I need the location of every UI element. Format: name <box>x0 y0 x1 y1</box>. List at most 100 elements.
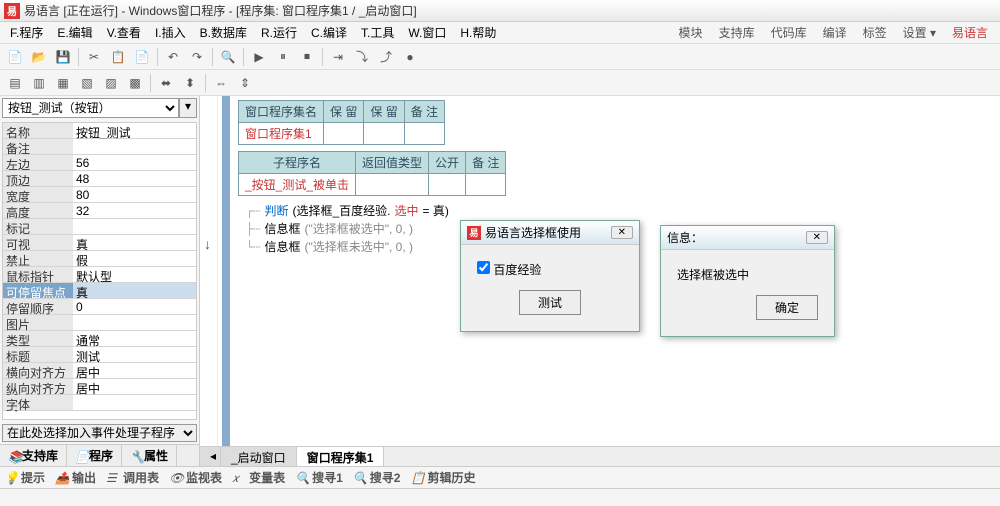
save-icon[interactable]: 💾 <box>52 47 74 67</box>
prop-row[interactable]: 标记 <box>3 219 196 235</box>
prop-value[interactable] <box>73 139 196 154</box>
prop-value[interactable]: 80 <box>73 187 196 202</box>
tab-startup-window[interactable]: _启动窗口 <box>221 447 297 466</box>
close-icon[interactable]: ✕ <box>611 226 633 239</box>
tab-scroll-left[interactable]: ◂ <box>200 447 221 466</box>
prop-value[interactable]: 测试 <box>73 347 196 362</box>
subroutine-name[interactable]: _按钮_测试_被单击 <box>239 174 356 196</box>
align-middle-icon[interactable]: ▨ <box>100 73 122 93</box>
checkbox-baidu[interactable]: 百度经验 <box>477 263 541 277</box>
pause-icon[interactable]: ⏸ <box>272 47 294 67</box>
prop-value[interactable] <box>73 219 196 234</box>
menu-program[interactable]: F.程序 <box>4 22 49 43</box>
prop-row[interactable]: 可视真 <box>3 235 196 251</box>
prop-row[interactable]: 停留顺序0 <box>3 299 196 315</box>
step-icon[interactable]: ⇥ <box>327 47 349 67</box>
elanguage-link[interactable]: 易语言 <box>948 22 992 43</box>
tab-tips[interactable]: 💡提示 <box>4 469 45 486</box>
align-left-icon[interactable]: ▤ <box>4 73 26 93</box>
test-button[interactable]: 测试 <box>519 290 581 315</box>
prop-row[interactable]: 字体 <box>3 395 196 411</box>
prop-value[interactable]: 真 <box>73 235 196 250</box>
menu-window[interactable]: W.窗口 <box>402 22 452 43</box>
redo-icon[interactable]: ↷ <box>186 47 208 67</box>
tab-watch[interactable]: 👁监视表 <box>169 469 222 486</box>
align-center-icon[interactable]: ▥ <box>28 73 50 93</box>
prop-value[interactable]: 真 <box>73 283 196 298</box>
prop-value[interactable]: 居中 <box>73 379 196 394</box>
prop-value[interactable]: 56 <box>73 155 196 170</box>
prop-value[interactable]: 居中 <box>73 363 196 378</box>
vspace-icon[interactable]: ⇕ <box>234 73 256 93</box>
checkbox-input[interactable] <box>477 261 490 274</box>
align-right-icon[interactable]: ▦ <box>52 73 74 93</box>
prop-row[interactable]: 备注 <box>3 139 196 155</box>
stop-icon[interactable]: ⏹ <box>296 47 318 67</box>
align-bottom-icon[interactable]: ▩ <box>124 73 146 93</box>
menu-edit[interactable]: E.编辑 <box>51 22 98 43</box>
prop-row[interactable]: 禁止假 <box>3 251 196 267</box>
prop-row[interactable]: 横向对齐方式居中 <box>3 363 196 379</box>
object-selector-btn[interactable]: ▾ <box>179 98 197 118</box>
find-icon[interactable]: 🔍 <box>217 47 239 67</box>
prop-value[interactable]: 通常 <box>73 331 196 346</box>
tab-callstack[interactable]: ☰调用表 <box>106 469 159 486</box>
menu-help[interactable]: H.帮助 <box>454 22 502 43</box>
prop-row[interactable]: 标题测试 <box>3 347 196 363</box>
prop-value[interactable]: 按钮_测试 <box>73 123 196 138</box>
assembly-name[interactable]: 窗口程序集1 <box>239 123 324 145</box>
tab-output[interactable]: 📤输出 <box>55 469 96 486</box>
menu-codelib[interactable]: 代码库 <box>767 22 811 43</box>
prop-value[interactable]: 48 <box>73 171 196 186</box>
menu-compile[interactable]: C.编译 <box>305 22 353 43</box>
menu-insert[interactable]: I.插入 <box>149 22 192 43</box>
menu-database[interactable]: B.数据库 <box>194 22 253 43</box>
event-selector[interactable]: 在此处选择加入事件处理子程序 <box>2 424 197 442</box>
prop-row[interactable]: 高度32 <box>3 203 196 219</box>
prop-value[interactable]: 0 <box>73 299 196 314</box>
menu-tags[interactable]: 标签 <box>859 22 891 43</box>
prop-value[interactable]: 32 <box>73 203 196 218</box>
prop-row[interactable]: 纵向对齐方式居中 <box>3 379 196 395</box>
menu-supportlib[interactable]: 支持库 <box>715 22 759 43</box>
prop-row[interactable]: 名称按钮_测试 <box>3 123 196 139</box>
tab-assembly1[interactable]: 窗口程序集1 <box>297 447 385 466</box>
tab-variables[interactable]: 𝑥变量表 <box>232 469 285 486</box>
breakpoint-icon[interactable]: ● <box>399 47 421 67</box>
undo-icon[interactable]: ↶ <box>162 47 184 67</box>
same-height-icon[interactable]: ⬍ <box>179 73 201 93</box>
menu-run[interactable]: R.运行 <box>255 22 303 43</box>
tab-search2[interactable]: 🔍搜寻2 <box>353 469 401 486</box>
property-grid[interactable]: 名称按钮_测试备注左边56顶边48宽度80高度32标记可视真禁止假鼠标指针默认型… <box>2 122 197 420</box>
copy-icon[interactable]: 📋 <box>107 47 129 67</box>
tab-clipboard[interactable]: 📋剪辑历史 <box>410 469 475 486</box>
open-icon[interactable]: 📂 <box>28 47 50 67</box>
paste-icon[interactable]: 📄 <box>131 47 153 67</box>
menu-tools[interactable]: T.工具 <box>355 22 400 43</box>
run-icon[interactable]: ▶ <box>248 47 270 67</box>
tab-program[interactable]: 📄程序 <box>67 445 122 466</box>
menu-compile2[interactable]: 编译 <box>819 22 851 43</box>
prop-row[interactable]: 顶边48 <box>3 171 196 187</box>
new-icon[interactable]: 📄 <box>4 47 26 67</box>
hspace-icon[interactable]: ⇔ <box>210 73 232 93</box>
tab-supportlib[interactable]: 📚支持库 <box>0 445 67 466</box>
tab-search1[interactable]: 🔍搜寻1 <box>295 469 343 486</box>
close-icon[interactable]: ✕ <box>806 231 828 244</box>
menu-module[interactable]: 模块 <box>675 22 707 43</box>
prop-value[interactable]: 默认型 <box>73 267 196 282</box>
prop-value[interactable] <box>73 395 196 410</box>
object-selector[interactable]: 按钮_测试（按钮） <box>2 98 179 118</box>
cut-icon[interactable]: ✂ <box>83 47 105 67</box>
menu-view[interactable]: V.查看 <box>101 22 147 43</box>
menu-settings[interactable]: 设置 ▾ <box>899 22 940 43</box>
same-width-icon[interactable]: ⬌ <box>155 73 177 93</box>
prop-row[interactable]: 宽度80 <box>3 187 196 203</box>
prop-row[interactable]: 类型通常 <box>3 331 196 347</box>
code-line-1[interactable]: ┌┄判断(选择框_百度经验.选中 = 真) <box>246 202 992 219</box>
stepout-icon[interactable]: ⤴ <box>375 47 397 67</box>
prop-row[interactable]: 图片 <box>3 315 196 331</box>
ok-button[interactable]: 确定 <box>756 295 818 320</box>
prop-row[interactable]: 可停留焦点真 <box>3 283 196 299</box>
stepover-icon[interactable]: ⤵ <box>351 47 373 67</box>
